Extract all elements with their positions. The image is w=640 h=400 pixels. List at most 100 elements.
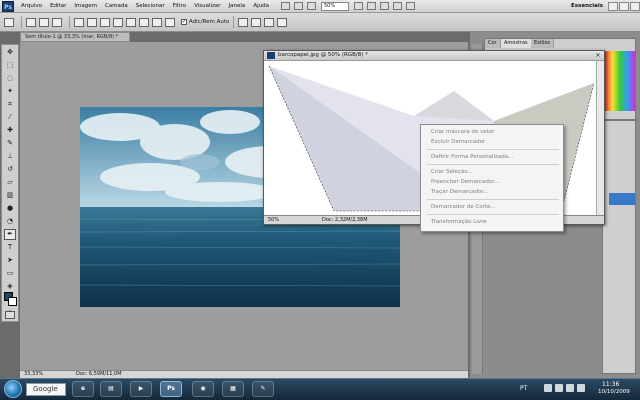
polygon-icon[interactable] (139, 17, 149, 27)
type-tool-icon[interactable]: T (4, 242, 16, 253)
close-icon[interactable]: × (594, 52, 602, 59)
history-brush-tool-icon[interactable]: ↺ (4, 164, 16, 175)
rounded-rectangle-icon[interactable] (113, 17, 123, 27)
google-search-box[interactable]: Google (26, 383, 66, 396)
menu-filtro[interactable]: Filtro (169, 3, 190, 9)
layers-panel (602, 120, 636, 374)
auto-add-checkbox[interactable]: ✓ (181, 19, 187, 25)
lasso-tool-icon[interactable]: ◌ (4, 73, 16, 84)
shape-tool-icon[interactable]: ▭ (4, 268, 16, 279)
menu-bar: Ps Arquivo Editar Imagem Camada Selecion… (0, 0, 640, 13)
crop-tool-icon[interactable]: ⌗ (4, 99, 16, 110)
shape-layers-icon[interactable] (26, 17, 36, 27)
app-icon[interactable]: ▦ (222, 381, 244, 397)
tab-estilos[interactable]: Estilos (531, 39, 555, 48)
path-intersect-icon[interactable] (264, 17, 275, 27)
context-menu-item[interactable]: Excluir Demarcador (421, 137, 563, 147)
menu-separator (427, 199, 559, 200)
rectangle-shape-icon[interactable] (100, 17, 110, 27)
path-subtract-icon[interactable] (251, 17, 262, 27)
swatch-grid[interactable] (605, 51, 635, 111)
zoom-readout[interactable]: 50% (268, 216, 292, 224)
context-menu-item[interactable]: Definir Forma Personalizada... (421, 152, 563, 162)
dodge-tool-icon[interactable]: ◔ (4, 216, 16, 227)
menu-camada[interactable]: Camada (101, 3, 132, 9)
flag-icon[interactable] (544, 384, 552, 392)
close-button[interactable] (630, 1, 640, 11)
freeform-pen-icon[interactable] (87, 17, 97, 27)
brush-tool-icon[interactable]: ✎ (4, 138, 16, 149)
healing-brush-tool-icon[interactable]: ✚ (4, 125, 16, 136)
divider (69, 16, 70, 28)
mini-bridge-icon[interactable] (293, 2, 303, 10)
screen-mode-icon[interactable] (405, 2, 415, 10)
workspace-switcher[interactable]: Essenciais (571, 3, 603, 9)
firefox-icon[interactable]: ◉ (192, 381, 214, 397)
pen-tool-icon[interactable]: ✒ (4, 229, 16, 240)
maximize-button[interactable] (619, 1, 629, 11)
path-add-icon[interactable] (238, 17, 249, 27)
rotate-view-icon[interactable] (379, 2, 389, 10)
network-icon[interactable] (555, 384, 563, 392)
eyedropper-tool-icon[interactable]: ⁄ (4, 112, 16, 123)
hand-tool-icon[interactable] (353, 2, 363, 10)
magic-wand-tool-icon[interactable]: ✦ (4, 86, 16, 97)
tab-amostras[interactable]: Amostras (501, 39, 532, 48)
language-indicator[interactable]: PT (520, 385, 527, 392)
document-tab[interactable]: Sem título-1 @ 33,3% (mar, RGB/8) * (20, 32, 130, 42)
document-title-bar[interactable]: barcopapel.jpg @ 50% (RGB/8) * × (264, 51, 604, 61)
marquee-tool-icon[interactable]: ⬚ (4, 60, 16, 71)
path-exclude-icon[interactable] (277, 17, 288, 27)
context-menu-item[interactable]: Criar Seleção... (421, 167, 563, 177)
line-icon[interactable] (152, 17, 162, 27)
background-color-swatch[interactable] (8, 297, 17, 306)
context-menu-item[interactable]: Preencher Demarcador... (421, 177, 563, 187)
vertical-scrollbar[interactable] (596, 61, 604, 217)
arrange-documents-icon[interactable] (392, 2, 402, 10)
clone-stamp-tool-icon[interactable]: ⊥ (4, 151, 16, 162)
menu-selecionar[interactable]: Selecionar (132, 3, 169, 9)
start-button[interactable] (4, 380, 22, 398)
menu-imagem[interactable]: Imagem (70, 3, 101, 9)
move-tool-icon[interactable]: ✥ (4, 47, 16, 58)
paths-icon[interactable] (39, 17, 49, 27)
media-icon[interactable]: ▶ (130, 381, 152, 397)
ellipse-icon[interactable] (126, 17, 136, 27)
explorer-icon[interactable]: ▤ (100, 381, 122, 397)
menu-janela[interactable]: Janela (225, 3, 250, 9)
eraser-tool-icon[interactable]: ▱ (4, 177, 16, 188)
bridge-icon[interactable] (280, 2, 290, 10)
tool-icon[interactable]: ✎ (252, 381, 274, 397)
menu-arquivo[interactable]: Arquivo (17, 3, 46, 9)
ie-icon[interactable]: e (72, 381, 94, 397)
selected-layer-row[interactable] (609, 193, 635, 205)
context-menu-item[interactable]: Traçar Demarcador... (421, 187, 563, 197)
menu-ajuda[interactable]: Ajuda (249, 3, 273, 9)
photoshop-icon[interactable]: Ps (160, 381, 182, 397)
view-extras-icon[interactable] (306, 2, 316, 10)
battery-icon[interactable] (566, 384, 574, 392)
tab-cor[interactable]: Cor (485, 39, 501, 48)
gradient-tool-icon[interactable]: ▥ (4, 190, 16, 201)
context-menu-item[interactable]: Demarcador de Corte... (421, 202, 563, 212)
auto-add-delete-toggle[interactable]: ✓ Adic/Rem Auto (181, 19, 229, 25)
pen-icon[interactable] (74, 17, 84, 27)
clock-time[interactable]: 11:36 (602, 381, 619, 388)
3d-rotate-tool-icon[interactable]: ◈ (4, 281, 16, 292)
menu-visualizar[interactable]: Visualizar (190, 3, 224, 9)
custom-shape-icon[interactable] (165, 17, 175, 27)
zoom-select[interactable]: 50% (320, 1, 349, 11)
zoom-tool-icon[interactable] (366, 2, 376, 10)
blur-tool-icon[interactable]: ● (4, 203, 16, 214)
volume-icon[interactable] (577, 384, 585, 392)
context-menu-item[interactable]: Criar máscara de vetor (421, 127, 563, 137)
path-selection-tool-icon[interactable]: ➤ (4, 255, 16, 266)
minimize-button[interactable] (608, 1, 618, 11)
zoom-readout[interactable]: 33,33% (24, 371, 43, 378)
context-menu-item[interactable]: Transformação Livre (421, 217, 563, 227)
clock-date[interactable]: 10/10/2009 (598, 389, 630, 395)
menu-editar[interactable]: Editar (46, 3, 70, 9)
quick-mask-icon[interactable] (5, 311, 15, 319)
fill-pixels-icon[interactable] (52, 17, 62, 27)
tool-preset-icon[interactable] (4, 17, 14, 27)
